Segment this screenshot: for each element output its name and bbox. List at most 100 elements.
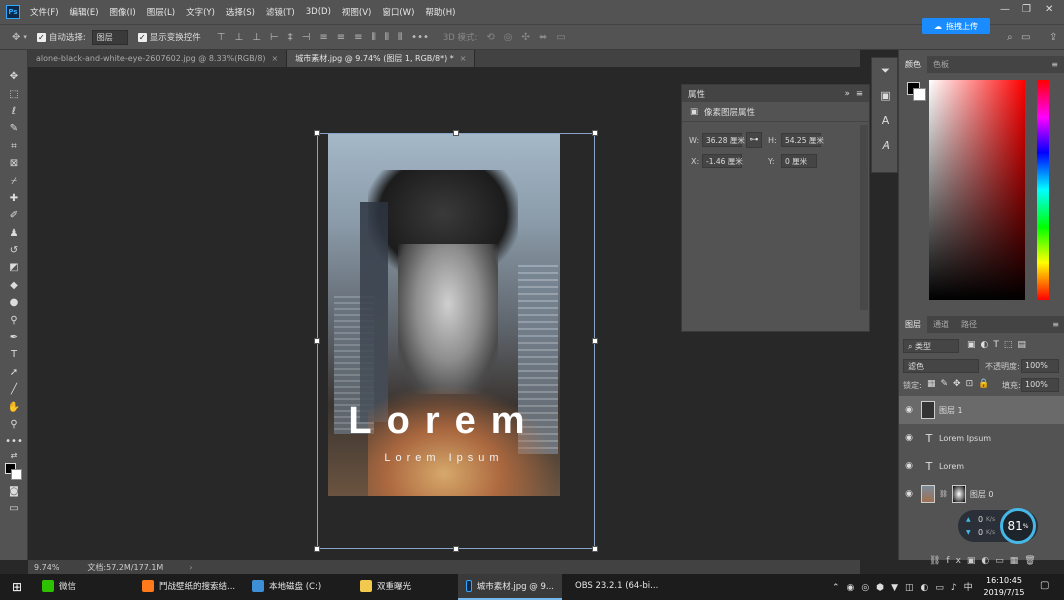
zoom-tool-icon[interactable]: ⚲ [0, 416, 28, 433]
align-right-icon[interactable]: ⊣ [302, 32, 311, 43]
distribute-top-icon[interactable]: ≡ [319, 32, 327, 43]
eye-icon[interactable]: ◉ [899, 405, 919, 415]
layer-row[interactable]: ◉ ⛓ 图层 0 [899, 480, 1064, 508]
3d-slide-icon[interactable]: ⬌ [539, 32, 547, 43]
memory-usage-gauge[interactable]: 81% [1000, 508, 1036, 544]
hue-slider[interactable] [1037, 80, 1049, 300]
taskbar-item-explorer[interactable]: 本地磁盘 (C:) [244, 574, 352, 600]
background-color-icon[interactable] [913, 88, 926, 101]
opacity-input[interactable]: 100% [1021, 359, 1059, 373]
align-bottom-icon[interactable]: ⊥ [252, 32, 261, 43]
tab-layers[interactable]: 图层 [899, 316, 927, 333]
blend-mode-dropdown[interactable]: 滤色 [903, 359, 979, 373]
close-icon[interactable]: ✕ [1045, 4, 1053, 15]
panel-menu-icon[interactable]: ≡ [856, 89, 863, 99]
layers-footer-icons[interactable]: ⛓fx▣◐▭▦🗑 [929, 556, 1042, 566]
quick-mask-icon[interactable]: ◙ [0, 483, 28, 500]
distribute-right-icon[interactable]: ⫴ [398, 32, 402, 43]
x-input[interactable]: -1.46 厘米 [702, 154, 743, 168]
menu-help[interactable]: 帮助(H) [425, 6, 455, 18]
menu-3d[interactable]: 3D(D) [306, 7, 331, 17]
align-top-icon[interactable]: ⊤ [217, 32, 226, 43]
color-swatches[interactable] [0, 461, 28, 483]
height-input[interactable]: 54.25 厘米 [781, 133, 824, 147]
pen-tool-icon[interactable]: ✒ [0, 329, 28, 346]
transform-handle[interactable] [314, 130, 320, 136]
close-tab-icon[interactable]: × [272, 54, 279, 63]
collapse-icon[interactable]: » [845, 89, 850, 99]
share-icon[interactable]: ⇪ [1049, 32, 1057, 43]
tab-eye-document[interactable]: alone-black-and-white-eye-2607602.jpg @ … [28, 50, 288, 67]
link-icon[interactable]: ⊶ [746, 132, 762, 148]
restore-icon[interactable]: ❐ [1022, 4, 1031, 15]
tab-city-document[interactable]: 城市素材.jpg @ 9.74% (图层 1, RGB/8*) * × [287, 50, 476, 67]
transform-handle[interactable] [592, 546, 598, 552]
transform-handle[interactable] [592, 130, 598, 136]
frame-tool-icon[interactable]: ⊠ [0, 155, 28, 172]
distribute-vcenter-icon[interactable]: ≡ [337, 32, 345, 43]
layer-filter-dropdown[interactable]: ⌕ 类型 [903, 339, 959, 353]
menu-file[interactable]: 文件(F) [30, 6, 59, 18]
clone-stamp-tool-icon[interactable]: ♟ [0, 225, 28, 242]
panel-menu-icon[interactable]: ≡ [1051, 60, 1058, 69]
distribute-left-icon[interactable]: ⫴ [372, 32, 376, 43]
width-input[interactable]: 36.28 厘米 [702, 133, 745, 147]
menu-window[interactable]: 窗口(W) [382, 6, 414, 18]
edit-toolbar-icon[interactable]: ••• [0, 433, 28, 450]
character-panel-icon[interactable]: A [872, 108, 899, 133]
system-tray-icons[interactable]: ⌃◉◎⬢▼◫◐▭♪中 [832, 580, 980, 593]
clock-time[interactable]: 16:10:45 [984, 576, 1024, 585]
background-color-icon[interactable] [11, 468, 22, 480]
more-options-icon[interactable]: ••• [411, 32, 429, 43]
align-left-icon[interactable]: ⊢ [270, 32, 279, 43]
menu-view[interactable]: 视图(V) [342, 6, 371, 18]
upload-button[interactable]: ☁ 拖拽上传 [922, 18, 990, 34]
transform-bounding-box[interactable] [317, 133, 595, 549]
3d-scale-icon[interactable]: ▭ [556, 32, 565, 43]
transform-handle[interactable] [453, 130, 459, 136]
taskbar-item-obs[interactable]: OBS 23.2.1 (64-bi... [562, 574, 666, 600]
chevron-right-icon[interactable]: › [189, 563, 192, 572]
tab-color[interactable]: 颜色 [899, 56, 927, 73]
distribute-bottom-icon[interactable]: ≡ [354, 32, 362, 43]
healing-brush-tool-icon[interactable]: ✚ [0, 190, 28, 207]
history-panel-icon[interactable]: ⏷ [872, 58, 899, 83]
layer-row[interactable]: ◉ T Lorem Ipsum [899, 424, 1064, 452]
lasso-tool-icon[interactable]: ℓ [0, 103, 28, 120]
swap-colors-icon[interactable]: ⇄ [0, 451, 28, 461]
workspace-icon[interactable]: ▭ [1021, 32, 1030, 43]
tab-channels[interactable]: 通道 [927, 316, 955, 333]
clock-date[interactable]: 2019/7/15 [982, 588, 1026, 597]
search-icon[interactable]: ⌕ [1007, 32, 1013, 43]
screen-mode-icon[interactable]: ▭ [0, 500, 28, 517]
3d-rotate-icon[interactable]: ⟲ [486, 32, 494, 43]
line-tool-icon[interactable]: ╱ [0, 381, 28, 398]
move-tool-preset-icon[interactable]: ✥ [12, 32, 20, 43]
gradient-tool-icon[interactable]: ◆ [0, 277, 28, 294]
menu-edit[interactable]: 编辑(E) [70, 6, 99, 18]
path-select-tool-icon[interactable]: ➚ [0, 364, 28, 381]
panel-menu-icon[interactable]: ≡ [1052, 320, 1059, 329]
transform-handle[interactable] [453, 546, 459, 552]
menu-image[interactable]: 图像(I) [110, 6, 136, 18]
close-tab-icon[interactable]: × [460, 54, 467, 63]
align-vcenter-icon[interactable]: ⊥ [235, 32, 244, 43]
eye-icon[interactable]: ◉ [899, 489, 919, 499]
tab-swatches[interactable]: 色板 [927, 56, 955, 73]
brush-tool-icon[interactable]: ✐ [0, 207, 28, 224]
filter-type-icons[interactable]: ▣◐T⬚▤ [967, 340, 1031, 350]
taskbar-item-folder[interactable]: 双重曝光 [352, 574, 458, 600]
history-brush-tool-icon[interactable]: ↺ [0, 242, 28, 259]
layer-mask-thumbnail[interactable] [951, 485, 966, 503]
properties-panel-icon[interactable]: ▣ [872, 83, 899, 108]
paragraph-panel-icon[interactable]: 𝐴 [872, 133, 899, 158]
color-field[interactable] [929, 80, 1025, 300]
eye-icon[interactable]: ◉ [899, 433, 919, 443]
menu-filter[interactable]: 滤镜(T) [266, 6, 295, 18]
lock-icons[interactable]: ▦✎✥⊡🔒 [927, 379, 994, 389]
chain-link-icon[interactable]: ⛓ [939, 490, 948, 498]
scrollbar[interactable] [860, 125, 868, 310]
taskbar-item-browser[interactable]: 鬥战壁纸的搜索结... [134, 574, 244, 600]
menu-layer[interactable]: 图层(L) [147, 6, 175, 18]
y-input[interactable]: 0 厘米 [781, 154, 817, 168]
